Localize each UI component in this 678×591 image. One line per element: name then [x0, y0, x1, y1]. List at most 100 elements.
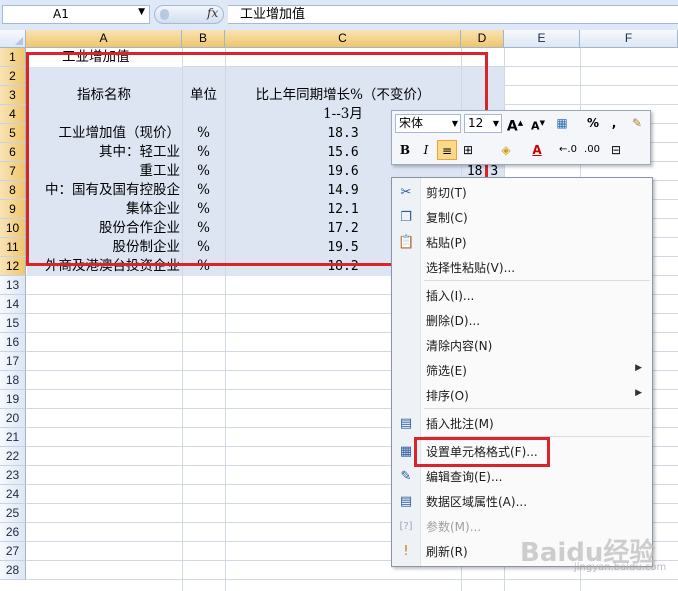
decrease-decimal-button[interactable]: .00 — [582, 140, 602, 160]
row-header[interactable]: 13 — [0, 276, 26, 295]
shrink-font-button[interactable]: A▼ — [528, 113, 548, 133]
merge-center-icon: ⊟ — [610, 143, 622, 157]
row-header[interactable]: 25 — [0, 504, 26, 523]
row-header[interactable]: 6 — [0, 143, 26, 162]
font-name-select[interactable]: 宋体 ▼ — [395, 114, 461, 133]
fill-color-button[interactable]: ◈ — [496, 140, 516, 160]
chevron-down-icon[interactable]: ▼ — [138, 7, 145, 17]
borders-button[interactable]: ⊞ — [458, 140, 478, 160]
menu-item[interactable]: 插入(I)... — [392, 284, 652, 308]
row-header[interactable]: 20 — [0, 409, 26, 428]
menu-item[interactable]: 排序(O) ▶ — [392, 384, 652, 408]
chevron-down-icon: ▼ — [492, 119, 499, 128]
font-size-select[interactable]: 12 ▼ — [464, 114, 502, 133]
menu-item-label: 粘贴(P) — [426, 236, 467, 250]
row-header[interactable]: 24 — [0, 485, 26, 504]
menu-separator — [424, 280, 650, 281]
decrease-decimal-icon: .00 — [584, 144, 600, 155]
percent-button[interactable]: % — [583, 113, 603, 133]
formula-input[interactable]: 工业增加值 — [228, 5, 678, 24]
row-header[interactable]: 14 — [0, 295, 26, 314]
menu-item[interactable]: 清除内容(N) — [392, 334, 652, 358]
row-header[interactable]: 8 — [0, 181, 26, 200]
scissors-icon: ✂ — [400, 185, 412, 200]
col-header-f[interactable]: F — [580, 30, 678, 48]
italic-button[interactable]: I — [416, 140, 436, 160]
row-header[interactable]: 4 — [0, 105, 26, 124]
merge-center-button[interactable]: ⊟ — [606, 140, 626, 160]
menu-item[interactable]: 删除(D)... — [392, 309, 652, 333]
col-header-b[interactable]: B — [182, 30, 225, 48]
col-header-a[interactable]: A — [26, 30, 182, 48]
row-header[interactable]: 10 — [0, 219, 26, 238]
menu-item-label: 清除内容(N) — [426, 339, 493, 353]
row-header[interactable]: 16 — [0, 333, 26, 352]
menu-item-label: 刷新(R) — [426, 545, 468, 559]
menu-item-label: 插入(I)... — [426, 289, 475, 303]
menu-item[interactable]: ▤ 插入批注(M) — [392, 412, 652, 436]
row-header[interactable]: 17 — [0, 352, 26, 371]
mini-toolbar: 宋体 ▼ 12 ▼ A▲ A▼ ▦ % , ✎ B I ≡ ⊞ ◈ A ←.0 … — [391, 110, 651, 165]
menu-item[interactable]: ❐ 复制(C) — [392, 206, 652, 230]
name-box[interactable]: A1 ▼ — [2, 5, 150, 24]
select-all-button[interactable] — [0, 30, 26, 48]
shrink-font-icon: A — [531, 119, 540, 133]
bold-icon: B — [399, 143, 411, 157]
row-header[interactable]: 18 — [0, 371, 26, 390]
menu-item[interactable]: ✂ 剪切(T) — [392, 181, 652, 205]
row-header[interactable]: 7 — [0, 162, 26, 181]
menu-separator — [424, 408, 650, 409]
row-header[interactable]: 23 — [0, 466, 26, 485]
menu-item[interactable]: ✎ 编辑查询(E)... — [392, 465, 652, 489]
menu-item[interactable]: 📋 粘贴(P) — [392, 231, 652, 255]
menu-item[interactable]: ▤ 数据区域属性(A)... — [392, 490, 652, 514]
row-header[interactable]: 21 — [0, 428, 26, 447]
row-header[interactable]: 15 — [0, 314, 26, 333]
bold-button[interactable]: B — [395, 140, 415, 160]
comma-button[interactable]: , — [604, 113, 624, 133]
row-header[interactable]: 1 — [0, 48, 26, 67]
formula-bar: A1 ▼ fx 工业增加值 — [0, 0, 678, 31]
row-header[interactable]: 11 — [0, 238, 26, 257]
col-header-d[interactable]: D — [461, 30, 504, 48]
format-painter-button[interactable]: ✎ — [627, 113, 647, 133]
percent-icon: % — [586, 116, 600, 130]
menu-item-label: 删除(D)... — [426, 314, 481, 328]
row-header[interactable]: 27 — [0, 542, 26, 561]
font-color-icon: A — [532, 143, 542, 157]
increase-decimal-button[interactable]: ←.0 — [558, 140, 578, 160]
grip-icon — [160, 9, 169, 20]
edit-query-icon: ✎ — [400, 469, 412, 484]
col-header-e[interactable]: E — [504, 30, 580, 48]
menu-item[interactable]: 选择性粘贴(V)... — [392, 256, 652, 280]
row-header[interactable]: 22 — [0, 447, 26, 466]
row-header[interactable]: 2 — [0, 67, 26, 86]
refresh-icon: ! — [403, 544, 409, 559]
context-menu: ✂ 剪切(T) ❐ 复制(C) 📋 粘贴(P) 选择性粘贴(V)... 插入(I)... 删除(… — [391, 177, 653, 567]
grow-font-button[interactable]: A▲ — [505, 113, 525, 135]
align-center-button[interactable]: ≡ — [437, 140, 457, 160]
row-header[interactable]: 3 — [0, 86, 26, 105]
comma-icon: , — [611, 116, 617, 130]
row-header[interactable]: 5 — [0, 124, 26, 143]
menu-item-label: 数据区域属性(A)... — [426, 495, 528, 509]
row-header[interactable]: 28 — [0, 561, 26, 580]
col-header-c[interactable]: C — [225, 30, 461, 48]
menu-item-label: 剪切(T) — [426, 186, 467, 200]
menu-item[interactable]: 筛选(E) ▶ — [392, 359, 652, 383]
row-header[interactable]: 9 — [0, 200, 26, 219]
chevron-down-icon: ▼ — [451, 119, 458, 128]
borders-icon: ⊞ — [462, 143, 474, 157]
copy-icon: ❐ — [400, 210, 412, 225]
menu-item-label: 插入批注(M) — [426, 417, 494, 431]
comment-icon: ▤ — [399, 416, 413, 431]
row-header[interactable]: 26 — [0, 523, 26, 542]
row-header[interactable]: 19 — [0, 390, 26, 409]
insert-function-button[interactable]: fx — [154, 5, 224, 24]
font-name-value: 宋体 — [399, 116, 424, 130]
row-header[interactable]: 12 — [0, 257, 26, 276]
currency-format-button[interactable]: ▦ — [552, 113, 572, 133]
paste-icon: 📋 — [398, 235, 415, 250]
data-range-icon: ▤ — [399, 494, 413, 509]
font-color-button[interactable]: A — [527, 140, 547, 160]
